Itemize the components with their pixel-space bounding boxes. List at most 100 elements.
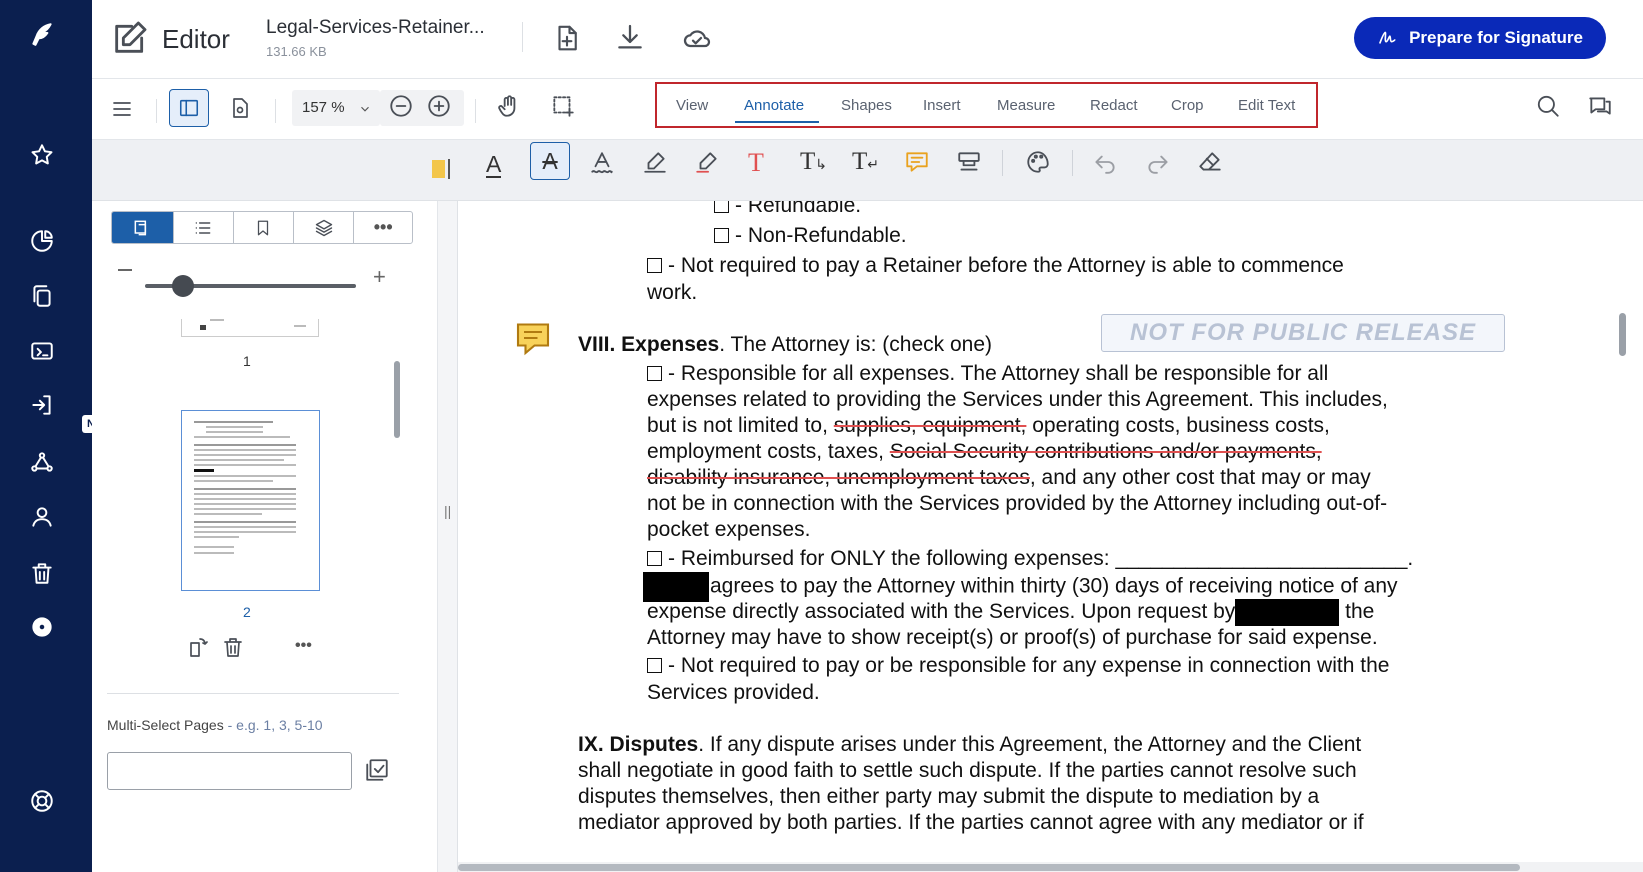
multi-select-hint: - e.g. 1, 3, 5-10 xyxy=(227,717,323,733)
text-underline-tool-icon[interactable]: A xyxy=(486,152,502,178)
zoom-select[interactable]: 157 % xyxy=(292,90,380,126)
divider xyxy=(1072,150,1073,176)
sticky-note-annotation-icon[interactable] xyxy=(515,320,551,356)
tab-redact[interactable]: Redact xyxy=(1090,97,1138,114)
free-text-icon[interactable]: T xyxy=(748,148,764,178)
outline-list-icon[interactable] xyxy=(172,212,234,243)
expenses-heading: VIII. Expenses. The Attorney is: (check … xyxy=(578,333,992,356)
page-thumbnail-1[interactable] xyxy=(181,319,319,337)
signatures-icon[interactable] xyxy=(26,501,58,533)
vertical-scrollbar[interactable] xyxy=(1619,313,1626,356)
divider xyxy=(275,99,276,123)
pan-hand-icon[interactable] xyxy=(496,93,522,124)
tab-edit-text[interactable]: Edit Text xyxy=(1238,97,1295,114)
thumbnails-tab-icon[interactable] xyxy=(112,212,173,243)
strikeout-tool-icon[interactable]: A xyxy=(530,142,570,180)
copy-pages-icon[interactable] xyxy=(26,280,58,312)
tab-insert[interactable]: Insert xyxy=(923,97,961,114)
redo-icon[interactable] xyxy=(1145,148,1171,181)
undo-icon[interactable] xyxy=(1092,148,1118,181)
page-thumbnail-2[interactable] xyxy=(181,410,320,591)
slider-handle[interactable] xyxy=(172,275,194,297)
prepare-signature-label: Prepare for Signature xyxy=(1409,28,1583,47)
eraser-icon[interactable] xyxy=(1197,148,1223,181)
pie-chart-icon[interactable] xyxy=(26,225,58,257)
delete-page-icon[interactable] xyxy=(221,635,245,664)
doc-line: work. xyxy=(647,281,698,304)
text-callout-icon[interactable]: T↳ xyxy=(800,148,827,176)
settings-icon[interactable] xyxy=(26,611,58,643)
menu-icon[interactable] xyxy=(110,97,134,126)
new-file-icon[interactable] xyxy=(552,22,582,59)
freehand-pen-icon[interactable] xyxy=(642,148,668,181)
app-rail: NEW xyxy=(0,0,118,872)
redaction-box[interactable] xyxy=(1235,598,1340,626)
zoom-value: 157 % xyxy=(302,99,345,116)
tab-crop[interactable]: Crop xyxy=(1171,97,1204,114)
prepare-signature-button[interactable]: Prepare for Signature xyxy=(1354,17,1606,59)
download-icon[interactable] xyxy=(614,22,646,59)
multi-select-apply-icon[interactable] xyxy=(364,757,390,788)
main-toolbar: 157 % View Annotate Shapes Insert Measur… xyxy=(92,79,1643,140)
divider xyxy=(107,693,399,694)
divider xyxy=(475,99,476,123)
thumbnail-zoom-out-icon[interactable] xyxy=(118,269,132,271)
strikeout-annotation: supplies, equipment, xyxy=(833,414,1027,437)
rotate-page-icon[interactable] xyxy=(186,635,210,664)
tab-shapes[interactable]: Shapes xyxy=(841,97,892,114)
app-logo-icon[interactable] xyxy=(26,18,58,50)
file-size: 131.66 KB xyxy=(266,44,327,59)
tab-measure[interactable]: Measure xyxy=(997,97,1055,114)
text-highlight-tool-icon[interactable] xyxy=(432,158,454,180)
page-settings-icon[interactable] xyxy=(228,96,252,125)
search-icon[interactable] xyxy=(1535,93,1561,124)
app-title: Editor xyxy=(162,24,230,54)
file-name[interactable]: Legal-Services-Retainer... xyxy=(266,17,485,39)
squiggly-tool-icon[interactable] xyxy=(589,148,615,183)
divider xyxy=(1002,150,1003,176)
panel-resize-handle[interactable]: || xyxy=(438,201,458,872)
doc-line: employment costs, taxes, Social Security… xyxy=(647,440,1322,463)
panel-tabs: ••• xyxy=(111,211,413,244)
doc-line: - Non-Refundable. xyxy=(714,222,907,249)
bookmark-icon[interactable] xyxy=(233,212,293,243)
star-icon[interactable] xyxy=(26,139,58,171)
doc-line: expense directly associated with the Ser… xyxy=(647,598,1374,626)
layers-icon[interactable] xyxy=(292,212,354,243)
thumbnail-zoom-in-icon[interactable]: + xyxy=(373,266,386,288)
more-options-icon[interactable]: ••• xyxy=(353,212,412,243)
doc-line: pocket expenses. xyxy=(647,518,811,541)
zoom-in-icon[interactable] xyxy=(426,93,452,124)
trash-icon[interactable] xyxy=(26,557,58,589)
cloud-sync-icon[interactable] xyxy=(680,22,714,59)
not-for-public-release-stamp[interactable]: NOT FOR PUBLIC RELEASE xyxy=(1101,314,1505,352)
stamp-tool-icon[interactable] xyxy=(956,148,982,181)
workflow-icon[interactable] xyxy=(26,446,58,478)
annotation-toolbar: A A T T↳ T↵ xyxy=(92,140,1643,201)
zoom-out-icon[interactable] xyxy=(388,93,414,124)
select-area-icon[interactable] xyxy=(550,93,576,124)
help-icon[interactable] xyxy=(26,785,58,817)
sign-in-icon[interactable] xyxy=(26,389,58,421)
color-palette-icon[interactable] xyxy=(1025,148,1051,181)
chevron-down-icon xyxy=(361,106,369,112)
tab-annotate[interactable]: Annotate xyxy=(744,97,804,114)
sidebar-toggle-icon[interactable] xyxy=(169,89,209,127)
thumbnail-scrollbar[interactable] xyxy=(394,361,400,438)
tab-view[interactable]: View xyxy=(676,97,708,114)
sticky-note-icon[interactable] xyxy=(904,148,930,181)
multi-select-title: Multi-Select Pages xyxy=(107,717,224,733)
page-more-icon[interactable]: ••• xyxy=(295,637,312,655)
doc-line: - Not required to pay or be responsible … xyxy=(647,652,1389,679)
comments-icon[interactable] xyxy=(1587,93,1613,124)
divider xyxy=(522,22,523,52)
doc-line: - Responsible for all expenses. The Atto… xyxy=(647,360,1328,387)
text-insert-icon[interactable]: T↵ xyxy=(852,148,879,176)
signature-icon xyxy=(1379,31,1396,44)
convert-icon[interactable] xyxy=(26,335,58,367)
multi-select-input[interactable] xyxy=(107,752,352,790)
horizontal-scrollbar[interactable] xyxy=(458,864,1520,871)
freehand-highlight-icon[interactable] xyxy=(694,148,720,181)
doc-line: expenses related to providing the Servic… xyxy=(647,388,1388,411)
doc-line: not be in connection with the Services p… xyxy=(647,492,1388,515)
